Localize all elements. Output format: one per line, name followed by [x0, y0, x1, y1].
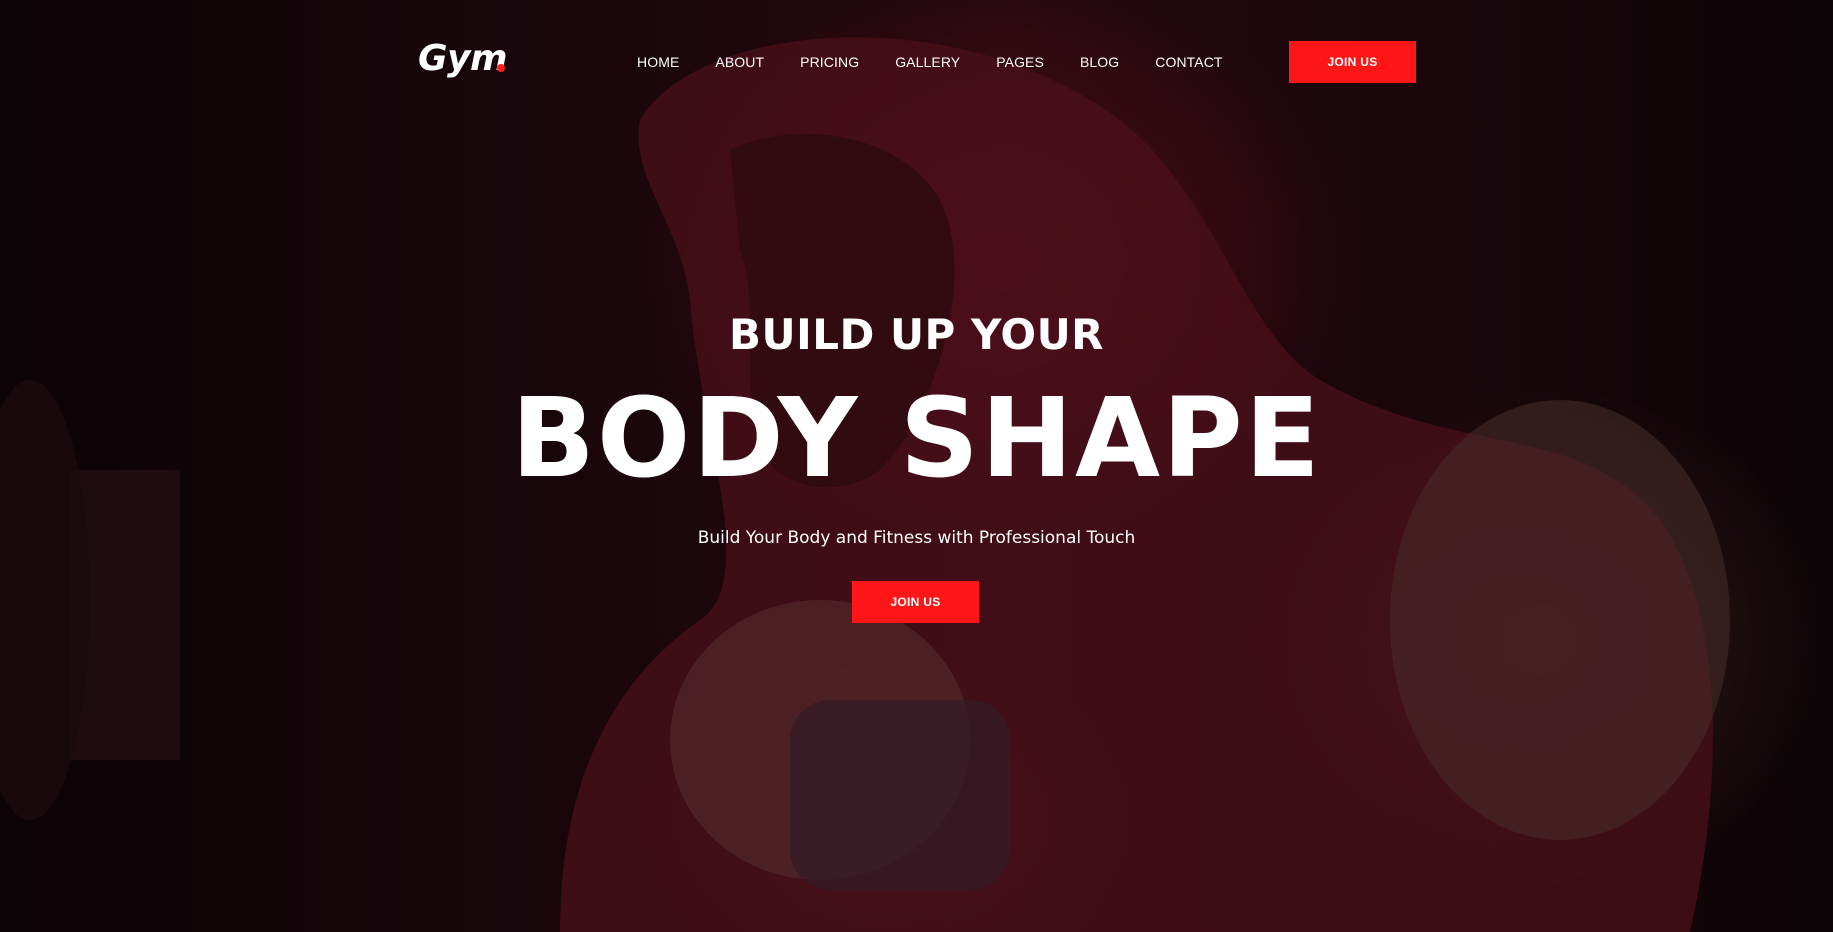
hero-title: BODY SHAPE [511, 374, 1322, 502]
nav-item-contact[interactable]: CONTACT [1155, 54, 1222, 70]
main-nav: HOME ABOUT PRICING GALLERY PAGES BLOG CO… [637, 54, 1259, 70]
nav-item-pricing[interactable]: PRICING [800, 54, 859, 70]
nav-item-blog[interactable]: BLOG [1080, 54, 1119, 70]
hero-subtitle: BUILD UP YOUR [728, 310, 1105, 359]
hero-join-button[interactable]: JOIN US [852, 581, 979, 623]
nav-item-pages[interactable]: PAGES [996, 54, 1044, 70]
hero-section: Gym HOME ABOUT PRICING GALLERY PAGES BLO… [0, 0, 1833, 932]
nav-item-about[interactable]: ABOUT [715, 54, 764, 70]
top-navbar: Gym HOME ABOUT PRICING GALLERY PAGES BLO… [0, 0, 1833, 124]
nav-join-button[interactable]: JOIN US [1289, 41, 1416, 83]
hero-content: BUILD UP YOUR BODY SHAPE Build Your Body… [0, 0, 1833, 932]
nav-item-gallery[interactable]: GALLERY [895, 54, 960, 70]
logo-dot-icon [497, 64, 505, 72]
hero-tagline: Build Your Body and Fitness with Profess… [697, 528, 1136, 548]
nav-item-home[interactable]: HOME [637, 54, 679, 70]
brand-logo[interactable]: Gym [418, 38, 508, 79]
